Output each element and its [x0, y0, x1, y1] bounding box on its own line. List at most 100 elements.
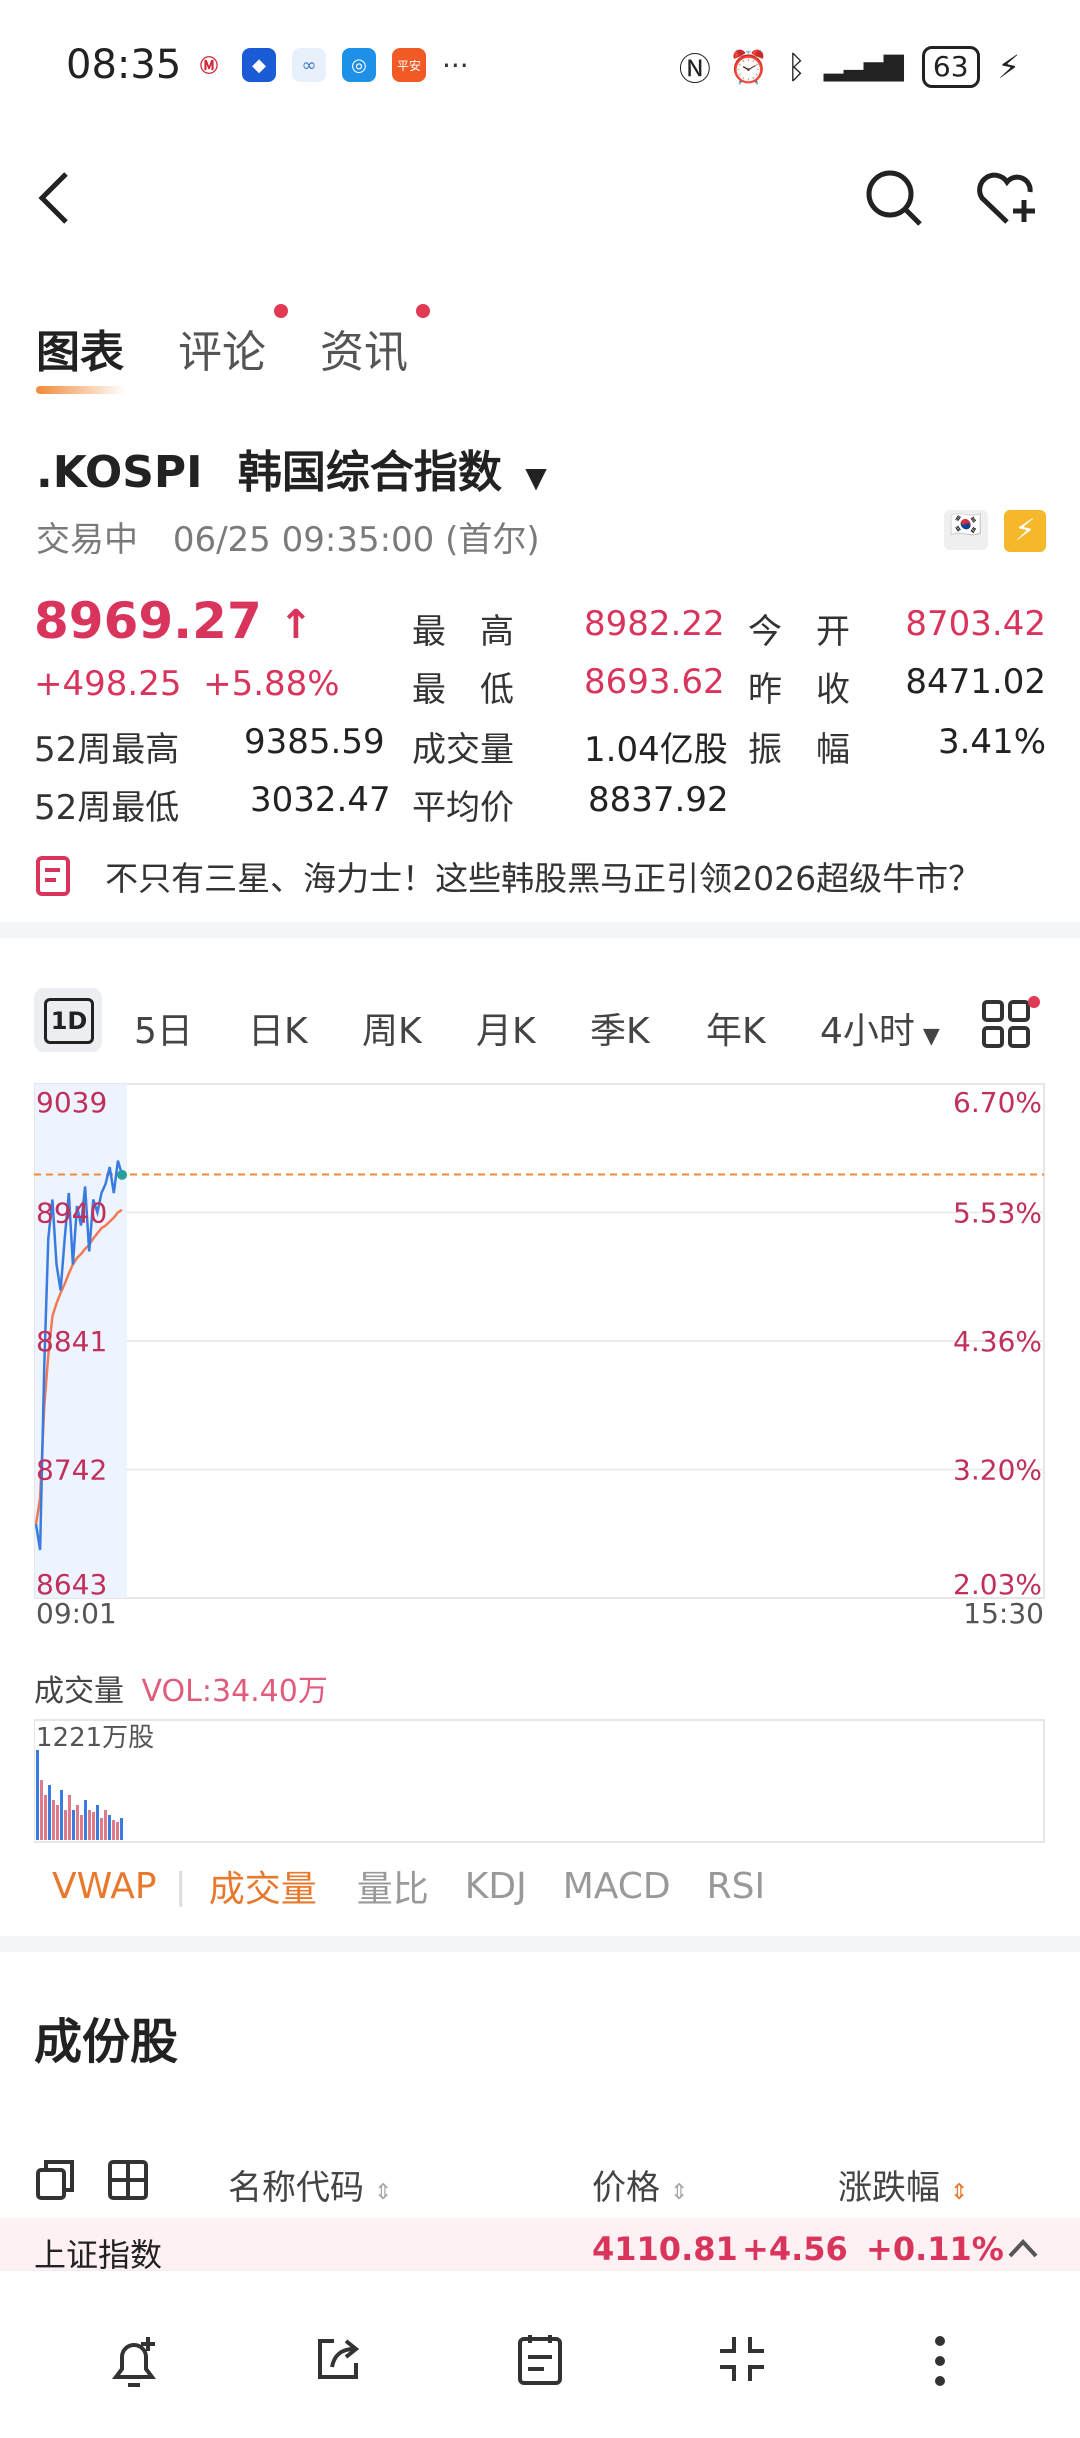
w52-high-label: 52周最高 [34, 730, 180, 770]
lightning-icon[interactable]: ⚡ [1004, 510, 1046, 552]
status-time: 08:35 [66, 42, 182, 88]
heart-add-icon [977, 172, 1035, 224]
section-divider-2 [0, 1936, 1080, 1952]
indicator-sep: | [174, 1865, 187, 1907]
battery-indicator: 63 [921, 46, 980, 88]
tab-comments-dot [274, 304, 288, 318]
col-name-code[interactable]: 名称代码 ⇕ [228, 2160, 392, 2209]
row-pct: +0.11% [866, 2230, 1004, 2268]
y-tick-label: 9039 [36, 1086, 107, 1119]
stock-title[interactable]: .KOSPI 韩国综合指数 ▼ [36, 436, 547, 500]
volume-bar [44, 1795, 47, 1840]
intraday-chart[interactable]: 90398940884187428643 6.70%5.53%4.36%3.20… [34, 1078, 1046, 1624]
sort-icon: ⇕ [670, 2180, 689, 2205]
search-button[interactable] [864, 168, 924, 232]
indicator-vr[interactable]: 量比 [339, 1860, 447, 1912]
col-change-pct[interactable]: 涨跌幅 ⇕ [838, 2160, 968, 2209]
w52-low-value: 3032.47 [250, 780, 391, 820]
w52-low-label: 52周最低 [34, 788, 180, 828]
volume-title: 成交量 [34, 1674, 124, 1709]
pingan-bank-icon: 平安 [392, 48, 426, 82]
components-title: 成份股 [34, 2014, 179, 2070]
collapse-icon[interactable] [1006, 2232, 1040, 2262]
volume-bar [108, 1815, 111, 1840]
indicator-rsi[interactable]: RSI [689, 1866, 783, 1907]
indicator-bar: VWAP | 成交量 量比 KDJ MACD RSI [34, 1860, 783, 1912]
volume-bar [60, 1790, 63, 1840]
volume-bar [52, 1800, 55, 1840]
status-app-icons: Ⓜ ◆ ∞ ◎ 平安 ··· [192, 48, 469, 82]
period-4h[interactable]: 4小时 ▼ [820, 1002, 940, 1054]
col-price[interactable]: 价格 ⇕ [592, 2160, 688, 2209]
volume-bar [36, 1750, 39, 1840]
volume-bar [68, 1795, 71, 1840]
period-5d[interactable]: 5日 [134, 1002, 193, 1054]
volume-label: 成交量 [412, 730, 514, 770]
grid-icon [982, 996, 1040, 1048]
bank-icon: Ⓜ [192, 48, 226, 82]
indicator-volume[interactable]: 成交量 [187, 1860, 339, 1912]
period-day[interactable]: 日K [248, 1002, 308, 1054]
volume-stat: VOL:34.40万 [141, 1674, 328, 1709]
last-price: 8969.27 ↑ [34, 592, 313, 650]
more-menu-icon[interactable] [928, 2333, 952, 2389]
period-week[interactable]: 周K [362, 1002, 422, 1054]
charging-icon: ⚡ [997, 48, 1020, 86]
stock-name: 韩国综合指数 [237, 447, 502, 498]
alarm-icon: ⏰ [728, 48, 769, 86]
tab-news-dot [416, 304, 430, 318]
indicator-kdj[interactable]: KDJ [447, 1866, 545, 1907]
favorite-button[interactable] [974, 170, 1044, 232]
notes-icon[interactable] [514, 2331, 566, 2387]
period-month[interactable]: 月K [476, 1002, 536, 1054]
korea-flag-icon: 🇰🇷 [944, 510, 988, 550]
period-quarter[interactable]: 季K [590, 1002, 650, 1054]
tab-news[interactable]: 资讯 [320, 304, 430, 380]
change-pct: +5.88% [203, 664, 340, 704]
collapse-screen-icon[interactable] [716, 2333, 768, 2385]
volume-bar [88, 1810, 91, 1840]
back-button[interactable] [34, 168, 74, 232]
open-label: 今 开 [748, 612, 850, 652]
volume-chart[interactable]: 1221万股 [34, 1716, 1046, 1846]
tab-comments[interactable]: 评论 [178, 304, 288, 380]
copy-button[interactable] [34, 2158, 78, 2206]
bottom-toolbar [0, 2270, 1080, 2438]
alert-bell-icon[interactable] [108, 2333, 160, 2391]
volume-bar [112, 1820, 115, 1840]
period-year[interactable]: 年K [706, 1002, 766, 1054]
table-layout-button[interactable] [106, 2158, 150, 2206]
high-label: 最 高 [412, 612, 514, 652]
caret-down-icon: ▼ [922, 1024, 940, 1049]
prev-close-value: 8471.02 [905, 662, 1046, 702]
pct-tick-label: 6.70% [953, 1086, 1042, 1119]
y-tick-label: 8940 [36, 1197, 107, 1230]
period-1d[interactable]: 1D [44, 998, 94, 1044]
trade-status: 交易中 06/25 09:35:00 (首尔) [36, 512, 540, 561]
volume-header: 成交量 VOL:34.40万 [34, 1666, 328, 1710]
open-value: 8703.42 [905, 604, 1046, 644]
volume-bar [84, 1800, 87, 1840]
tab-chart[interactable]: 图表 [36, 316, 126, 394]
search-icon [866, 170, 922, 226]
volume-bar [96, 1805, 99, 1840]
indicator-macd[interactable]: MACD [545, 1866, 689, 1907]
volume-bar [100, 1818, 103, 1840]
volume-bar [64, 1810, 67, 1840]
sort-desc-icon: ⇕ [950, 2180, 969, 2205]
section-divider [0, 922, 1080, 938]
indicator-vwap[interactable]: VWAP [34, 1866, 175, 1907]
x-end-label: 15:30 [963, 1597, 1044, 1624]
volume-value: 1.04亿股 [584, 730, 728, 770]
chart-layout-button[interactable] [980, 996, 1040, 1056]
news-item[interactable]: 不只有三星、海力士！这些韩股黑马正引领2026超级牛市？ [34, 852, 981, 900]
share-icon[interactable] [312, 2333, 364, 2385]
more-notifications-icon: ··· [442, 48, 469, 82]
low-value: 8693.62 [584, 662, 725, 702]
bluetooth-icon: ᛒ [786, 48, 806, 86]
table-row[interactable]: 上证指数 4110.81 +4.56 +0.11% [0, 2218, 1080, 2278]
volume-bar [92, 1812, 95, 1840]
volume-bar [72, 1810, 75, 1840]
bank4-icon: ◎ [342, 48, 376, 82]
trade-datetime: 06/25 09:35:00 (首尔) [172, 520, 540, 560]
